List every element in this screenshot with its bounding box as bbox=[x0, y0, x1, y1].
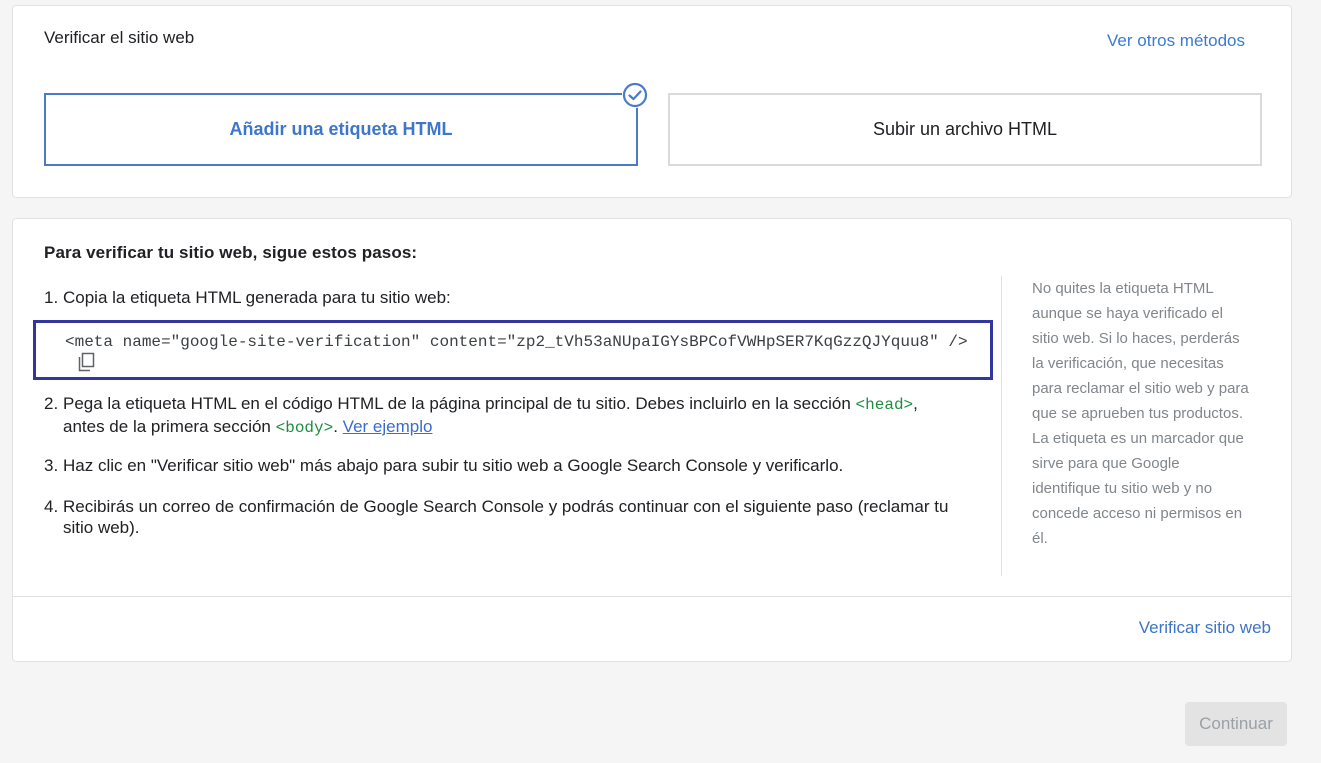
code-head: <head> bbox=[855, 396, 914, 414]
method-html-tag-option[interactable]: Añadir una etiqueta HTML bbox=[44, 93, 638, 166]
step-text: Copia la etiqueta HTML generada para tu … bbox=[63, 288, 451, 307]
continue-button[interactable]: Continuar bbox=[1185, 702, 1287, 746]
method-html-file-option[interactable]: Subir un archivo HTML bbox=[668, 93, 1262, 166]
step-text: Haz clic en "Verificar sitio web" más ab… bbox=[63, 456, 844, 475]
code-body: <body> bbox=[275, 419, 334, 437]
verify-site-button[interactable]: Verificar sitio web bbox=[1139, 618, 1271, 638]
check-circle-icon bbox=[622, 82, 648, 108]
step-number: 1. bbox=[44, 288, 59, 307]
verification-method-card: Verificar el sitio web Ver otros métodos… bbox=[12, 5, 1292, 198]
horizontal-divider bbox=[13, 596, 1291, 597]
step-number: 2. bbox=[44, 394, 59, 413]
step-text: Recibirás un correo de confirmación de G… bbox=[63, 497, 949, 537]
verification-steps-card: Para verificar tu sitio web, sigue estos… bbox=[12, 218, 1292, 662]
other-methods-link[interactable]: Ver otros métodos bbox=[1107, 31, 1245, 51]
steps-title: Para verificar tu sitio web, sigue estos… bbox=[44, 243, 418, 262]
side-note: No quites la etiqueta HTML aunque se hay… bbox=[1032, 280, 1249, 547]
copy-icon[interactable] bbox=[76, 352, 96, 377]
step-text-part: . bbox=[333, 417, 343, 436]
meta-tag-code[interactable]: <meta name="google-site-verification" co… bbox=[65, 333, 968, 351]
step-number: 4. bbox=[44, 497, 59, 516]
step-number: 3. bbox=[44, 456, 59, 475]
step-text-part: antes de la primera sección bbox=[63, 417, 276, 436]
view-example-link[interactable]: Ver ejemplo bbox=[343, 417, 433, 436]
meta-tag-box: <meta name="google-site-verification" co… bbox=[33, 320, 993, 380]
method-html-file-label: Subir un archivo HTML bbox=[872, 119, 1058, 139]
method-html-tag-label: Añadir una etiqueta HTML bbox=[229, 119, 453, 139]
step-text-part: Pega la etiqueta HTML en el código HTML … bbox=[63, 394, 856, 413]
vertical-divider bbox=[1001, 276, 1002, 576]
step-text: Pega la etiqueta HTML en el código HTML … bbox=[63, 393, 979, 439]
card-title: Verificar el sitio web bbox=[44, 28, 195, 47]
step-text-part: , bbox=[913, 394, 918, 413]
